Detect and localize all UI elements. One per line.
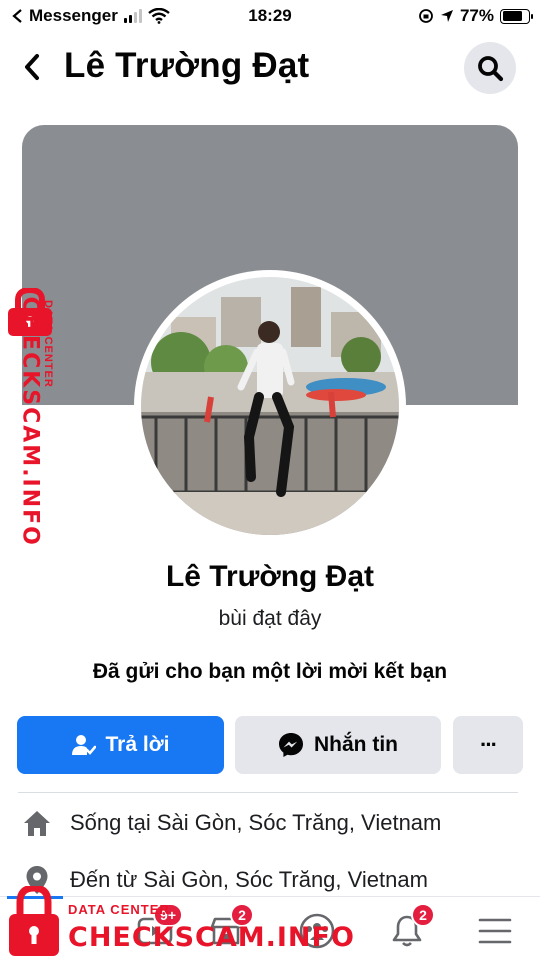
divider: [18, 792, 518, 793]
tab-menu[interactable]: [473, 909, 517, 953]
watermark-side: DATA CENTER CHECKSCAM.INFO: [2, 286, 60, 550]
profile-bio: bùi đạt đây: [218, 607, 322, 630]
info-lives-in: Sống tại Sài Gòn, Sóc Trăng, Vietnam: [22, 808, 441, 838]
watermark-bottom-small: DATA CENTER: [68, 902, 170, 917]
avatar-image: [141, 277, 399, 535]
status-bar: Messenger 18:29 77%: [0, 0, 540, 32]
reply-label: Trả lời: [105, 733, 170, 756]
messenger-icon: [279, 733, 303, 757]
profile-name: Lê Trường Đạt: [165, 560, 375, 593]
chevron-left-icon: [25, 54, 39, 80]
more-icon: ···: [480, 732, 498, 757]
menu-icon: [478, 918, 512, 944]
person-check-icon: [71, 735, 96, 755]
rotation-lock-icon: [419, 9, 433, 23]
message-label: Nhắn tin: [314, 733, 398, 756]
avatar-photo: [141, 277, 399, 535]
lock-logo-icon: [9, 884, 59, 956]
profile-header: Lê Trường Đạt: [0, 34, 540, 102]
battery-icon: [500, 8, 533, 24]
watermark-bottom-text: CHECKSCAM.INFO: [68, 922, 355, 953]
watermark-bottom: DATA CENTER CHECKSCAM.INFO: [6, 884, 354, 960]
tab-notifications[interactable]: 2: [385, 903, 435, 953]
profile-actions: Trả lời Nhắn tin ···: [17, 716, 523, 774]
status-right: 77%: [418, 6, 533, 26]
battery-percent: 77%: [459, 6, 494, 25]
home-icon: [22, 808, 52, 838]
message-button[interactable]: Nhắn tin: [235, 716, 441, 774]
search-button[interactable]: [464, 42, 516, 94]
location-icon: [440, 10, 453, 22]
watermark-side-small: DATA CENTER: [42, 300, 54, 388]
search-icon: [478, 56, 504, 82]
page-title: Lê Trường Đạt: [64, 46, 310, 85]
profile-avatar[interactable]: [134, 270, 406, 542]
watermark-side-text: CHECKSCAM.INFO: [17, 296, 43, 547]
notifications-badge: 2: [411, 903, 435, 927]
lives-in-text: Sống tại Sài Gòn, Sóc Trăng, Vietnam: [70, 810, 442, 835]
reply-request-button[interactable]: Trả lời: [17, 716, 224, 774]
battery-fill: [502, 11, 522, 21]
back-button[interactable]: [18, 52, 46, 82]
friend-request-notice: Đã gửi cho bạn một lời mời kết bạn: [92, 660, 448, 683]
more-options-button[interactable]: ···: [453, 716, 523, 774]
